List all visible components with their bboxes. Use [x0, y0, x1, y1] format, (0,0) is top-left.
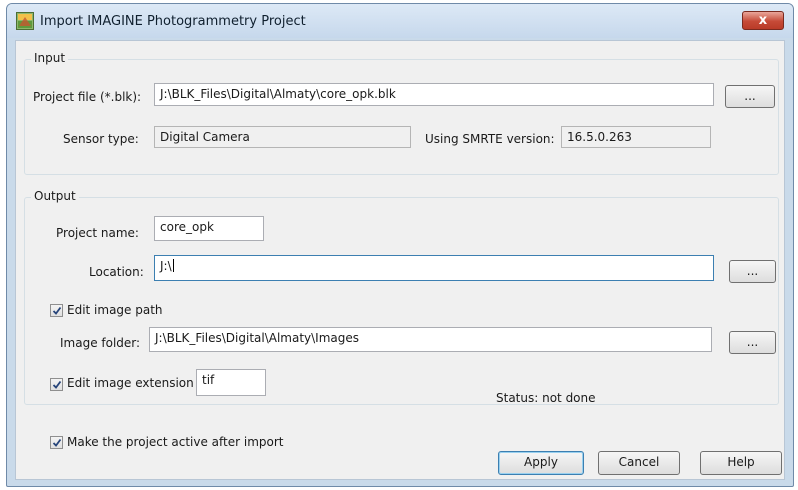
checkmark-icon	[52, 380, 62, 389]
image-folder-label: Image folder:	[60, 336, 141, 350]
image-extension-input[interactable]: tif	[196, 369, 266, 396]
close-button[interactable]: x	[742, 11, 784, 30]
close-icon: x	[758, 13, 768, 28]
edit-image-path-checkbox[interactable]	[50, 304, 63, 317]
project-file-input[interactable]: J:\BLK_Files\Digital\Almaty\core_opk.blk	[154, 83, 714, 106]
sensor-type-label: Sensor type:	[63, 132, 139, 146]
edit-image-path-label[interactable]: Edit image path	[67, 303, 163, 317]
edit-image-extension-label[interactable]: Edit image extension	[67, 376, 194, 390]
edit-image-extension-checkbox[interactable]	[50, 378, 63, 391]
project-name-input[interactable]: core_opk	[154, 216, 264, 241]
imagine-app-icon	[16, 12, 34, 30]
apply-button[interactable]: Apply	[498, 451, 584, 475]
sensor-type-value: Digital Camera	[154, 126, 411, 148]
project-file-browse-button[interactable]: ...	[725, 85, 775, 108]
dialog-client-area: Input Project file (*.blk): J:\BLK_Files…	[15, 40, 785, 480]
text-cursor	[172, 259, 174, 272]
location-label: Location:	[89, 265, 144, 279]
make-active-checkbox[interactable]	[50, 436, 63, 449]
smrte-version-label: Using SMRTE version:	[425, 132, 555, 146]
checkmark-icon	[52, 306, 62, 315]
image-folder-input[interactable]: J:\BLK_Files\Digital\Almaty\Images	[149, 327, 712, 352]
checkmark-icon	[52, 438, 62, 447]
location-browse-button[interactable]: ...	[729, 260, 776, 283]
window-title: Import IMAGINE Photogrammetry Project	[40, 14, 306, 29]
help-button[interactable]: Help	[700, 451, 782, 475]
image-folder-browse-button[interactable]: ...	[729, 331, 776, 354]
smrte-version-value: 16.5.0.263	[561, 126, 711, 148]
import-dialog-window: Import IMAGINE Photogrammetry Project x …	[6, 3, 794, 487]
status-text: Status: not done	[496, 391, 596, 405]
location-input[interactable]: J:\	[154, 255, 714, 281]
make-active-label[interactable]: Make the project active after import	[67, 435, 284, 449]
project-file-label: Project file (*.blk):	[33, 90, 142, 104]
project-name-label: Project name:	[56, 226, 139, 240]
input-group: Input	[24, 51, 779, 175]
input-group-legend: Input	[31, 51, 69, 65]
title-bar[interactable]: Import IMAGINE Photogrammetry Project x	[7, 4, 793, 38]
location-input-value: J:\	[160, 259, 172, 273]
cancel-button[interactable]: Cancel	[598, 451, 680, 475]
output-group-legend: Output	[31, 189, 79, 203]
